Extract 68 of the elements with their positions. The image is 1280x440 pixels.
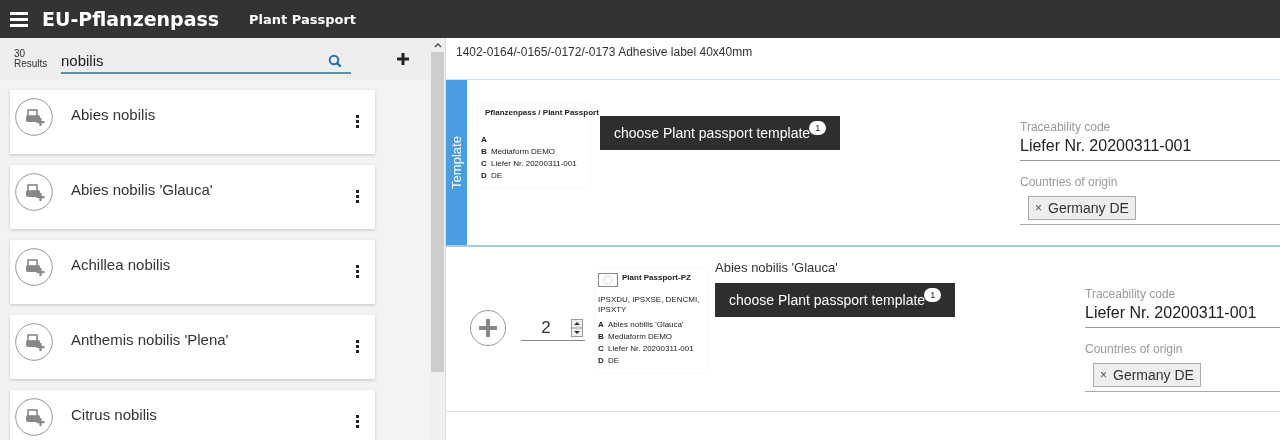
label-letter: C [598, 342, 604, 355]
count-badge: 1 [924, 288, 942, 302]
label-heading: Plant Passport-PZ [622, 273, 691, 283]
traceability-field[interactable]: Liefer Nr. 20200311-001 [1020, 137, 1280, 161]
choose-template-button[interactable]: choose Plant passport template 1 [715, 283, 956, 317]
field-label: Countries of origin [1020, 175, 1119, 189]
result-card[interactable]: Achillea nobilis [10, 240, 375, 304]
scroll-up-icon[interactable] [433, 42, 442, 50]
article-title: 1402-0164/-0165/-0172/-0173 Adhesive label 40x40mm [455, 44, 754, 61]
search-icon[interactable] [328, 53, 341, 67]
result-name: Citrus nobilis [71, 406, 158, 423]
search-field[interactable]: nobilis [61, 48, 351, 74]
remove-button[interactable]: × [1035, 201, 1042, 215]
label-heading: Pflanzenpass / Plant Passport [485, 108, 599, 118]
page-title: Plant Passport [249, 11, 357, 27]
result-card[interactable]: Abies nobilis [10, 90, 375, 154]
result-count: 30 Results [13, 49, 49, 69]
add-icon[interactable] [397, 53, 409, 65]
label-text: DE [608, 354, 620, 367]
stepper-control[interactable] [571, 318, 583, 337]
label-letter: A [598, 318, 604, 331]
label-letter: A [481, 134, 487, 146]
remove-button[interactable]: × [1100, 368, 1107, 382]
result-card[interactable]: Abies nobilis 'Glauca' [10, 165, 375, 229]
result-card[interactable]: Anthemis nobilis 'Plena' [10, 315, 375, 379]
result-card[interactable]: Citrus nobilis [10, 390, 375, 440]
field-label: Countries of origin [1085, 342, 1184, 356]
add-printer-icon[interactable] [15, 398, 53, 436]
label-letter: D [481, 170, 487, 182]
label-text: Liefer Nr. 20200311-001 [491, 158, 577, 170]
field-label: Traceability code [1085, 287, 1177, 301]
tag-text: Germany DE [1113, 367, 1194, 383]
app-title: EU-Pflanzenpass [42, 8, 221, 30]
result-name: Anthemis nobilis 'Plena' [71, 331, 230, 348]
tag-text: Germany DE [1048, 200, 1129, 216]
more-icon[interactable] [356, 415, 359, 428]
field-label: Traceability code [1020, 120, 1112, 134]
choose-template-button[interactable]: choose Plant passport template 1 [600, 116, 841, 150]
add-button[interactable] [470, 310, 506, 346]
add-printer-icon[interactable] [15, 173, 53, 211]
label-letter: D [598, 354, 604, 367]
quantity-field[interactable]: 2 [521, 315, 585, 341]
result-name: Abies nobilis [71, 106, 157, 123]
result-name: Achillea nobilis [71, 256, 172, 273]
label-text: Liefer Nr. 20200311-001 [608, 342, 694, 355]
label-text: Mediaform DEMO [491, 146, 555, 158]
add-printer-icon[interactable] [15, 323, 53, 361]
scrollbar-thumb[interactable] [431, 52, 444, 372]
label-codes: IPSXDU, IPSXSE, DENCMI, IPSXTY [598, 295, 701, 316]
label-letter: C [481, 158, 487, 170]
flag-icon [598, 273, 618, 287]
plus-icon [479, 319, 497, 337]
label-letter: B [598, 330, 604, 343]
plant-name: Abies nobilis 'Glauca' [715, 260, 839, 275]
label-text: DE [491, 170, 503, 182]
more-icon[interactable] [356, 265, 359, 278]
label-text: Abies nobilis 'Glauca' [608, 318, 684, 331]
traceability-field[interactable]: Liefer Nr. 20200311-001 [1085, 304, 1280, 328]
result-name: Abies nobilis 'Glauca' [71, 181, 214, 198]
add-printer-icon[interactable] [15, 248, 53, 286]
more-icon[interactable] [356, 190, 359, 203]
more-icon[interactable] [356, 340, 359, 353]
more-icon[interactable] [356, 115, 359, 128]
label-letter: B [481, 146, 487, 158]
count-badge: 1 [809, 121, 827, 135]
add-printer-icon[interactable] [15, 98, 53, 136]
menu-icon[interactable] [10, 10, 28, 28]
label-text: Mediaform DEMO [608, 330, 672, 343]
